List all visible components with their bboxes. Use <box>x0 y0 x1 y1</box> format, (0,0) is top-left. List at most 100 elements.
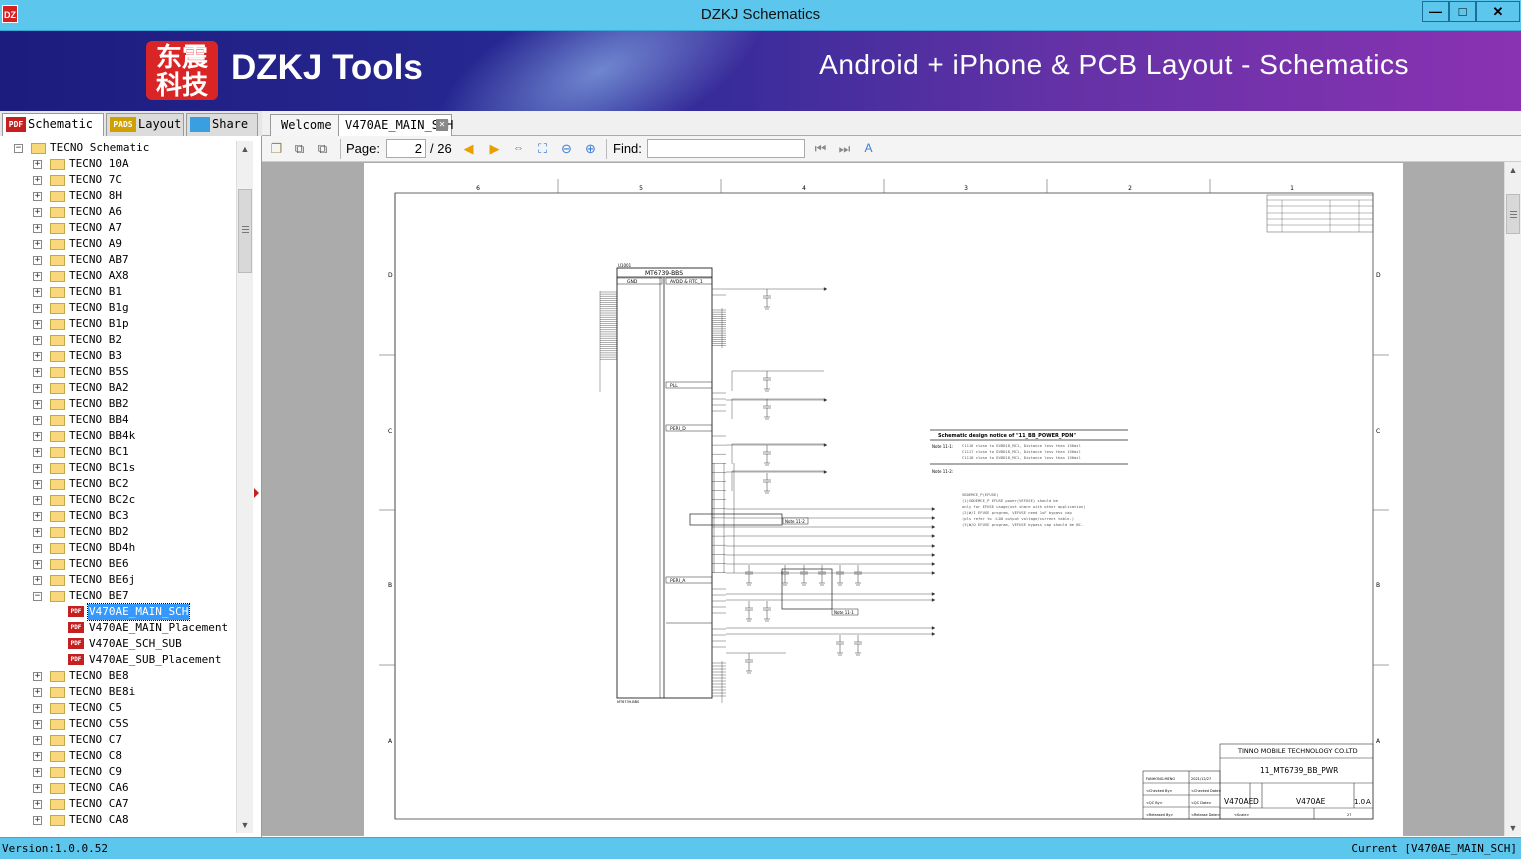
minimize-button[interactable]: — <box>1422 1 1449 22</box>
tree-folder[interactable]: + TECNO CA7 <box>0 796 236 812</box>
scroll-up-icon[interactable]: ▲ <box>237 141 253 157</box>
expand-icon[interactable]: + <box>33 720 42 729</box>
viewer-scroll-down-icon[interactable]: ▼ <box>1505 820 1521 836</box>
tree-folder[interactable]: + TECNO B1g <box>0 300 236 316</box>
expand-icon[interactable]: + <box>33 752 42 761</box>
close-button[interactable]: ✕ <box>1476 1 1520 22</box>
tree-folder[interactable]: + TECNO B1 <box>0 284 236 300</box>
tree-folder[interactable]: + TECNO AX8 <box>0 268 236 284</box>
tree-folder[interactable]: + TECNO BD4h <box>0 540 236 556</box>
expand-icon[interactable]: + <box>33 240 42 249</box>
expand-icon[interactable]: + <box>33 320 42 329</box>
tab-layout[interactable]: PADS Layout <box>106 113 184 136</box>
expand-icon[interactable]: + <box>33 176 42 185</box>
tree-folder[interactable]: + TECNO BC1s <box>0 460 236 476</box>
tab-welcome[interactable]: Welcome <box>270 114 340 136</box>
expand-icon[interactable]: + <box>33 704 42 713</box>
tree-folder[interactable]: + TECNO CA6 <box>0 780 236 796</box>
tab-schematic[interactable]: PDF Schematic <box>2 113 104 136</box>
tree-folder[interactable]: + TECNO BD2 <box>0 524 236 540</box>
expand-icon[interactable]: + <box>33 368 42 377</box>
tree-folder[interactable]: + TECNO C5S <box>0 716 236 732</box>
next-page-icon[interactable]: ▶ <box>486 140 503 157</box>
tree-folder[interactable]: + TECNO BA2 <box>0 380 236 396</box>
tree-folder[interactable]: + TECNO BE6j <box>0 572 236 588</box>
viewer-scrollbar[interactable]: ▲ ▼ <box>1504 162 1521 836</box>
scroll-thumb[interactable] <box>238 189 252 273</box>
tree-folder[interactable]: + TECNO BB4 <box>0 412 236 428</box>
tab-share[interactable]: Share <box>186 113 258 136</box>
tree-folder[interactable]: + TECNO 7C <box>0 172 236 188</box>
expand-icon[interactable]: + <box>33 816 42 825</box>
expand-icon[interactable]: + <box>33 432 42 441</box>
viewer-scroll-up-icon[interactable]: ▲ <box>1505 162 1521 178</box>
find-options-icon[interactable]: A <box>860 140 877 157</box>
tab-v470ae-main-sch[interactable]: V470AE_MAIN_SCH ✕ <box>338 114 453 136</box>
tree-folder[interactable]: + TECNO 10A <box>0 156 236 172</box>
tree-file[interactable]: PDF V470AE_SUB_Placement <box>0 652 236 668</box>
zoom-out-icon[interactable]: ⊖ <box>558 140 575 157</box>
tree-folder[interactable]: − TECNO BE7 <box>0 588 236 604</box>
tree-folder[interactable]: + TECNO C5 <box>0 700 236 716</box>
expand-icon[interactable]: + <box>33 160 42 169</box>
tree-folder[interactable]: + TECNO BC1 <box>0 444 236 460</box>
expand-icon[interactable]: + <box>33 400 42 409</box>
expand-icon[interactable]: + <box>33 768 42 777</box>
page-number-input[interactable] <box>386 139 426 158</box>
fit-page-icon[interactable]: ⛶ <box>534 140 551 157</box>
tree-file[interactable]: PDF V470AE_MAIN_Placement <box>0 620 236 636</box>
tree-folder[interactable]: + TECNO BC2c <box>0 492 236 508</box>
collapse-sidebar-icon[interactable] <box>254 488 259 498</box>
expand-icon[interactable]: + <box>33 496 42 505</box>
schematic-viewer[interactable]: 654321 DDCCBBAA U1001 MT6739-BBS GND AVD… <box>254 162 1504 836</box>
tree-folder[interactable]: + TECNO C7 <box>0 732 236 748</box>
expand-icon[interactable]: + <box>33 576 42 585</box>
expand-icon[interactable]: + <box>33 352 42 361</box>
tree-folder[interactable]: + TECNO CA8 <box>0 812 236 828</box>
tree-folder[interactable]: + TECNO A9 <box>0 236 236 252</box>
collapse-icon[interactable]: − <box>33 592 42 601</box>
tree-folder[interactable]: + TECNO BE8i <box>0 684 236 700</box>
expand-icon[interactable]: + <box>33 384 42 393</box>
expand-icon[interactable]: + <box>33 672 42 681</box>
expand-icon[interactable]: + <box>33 736 42 745</box>
expand-icon[interactable]: + <box>33 560 42 569</box>
tree-root[interactable]: − TECNO Schematic <box>0 140 236 156</box>
expand-icon[interactable]: + <box>33 544 42 553</box>
tree-folder[interactable]: + TECNO BE6 <box>0 556 236 572</box>
tree-folder[interactable]: + TECNO BE8 <box>0 668 236 684</box>
tree-folder[interactable]: + TECNO AB7 <box>0 252 236 268</box>
two-page-icon[interactable]: ⧉ <box>314 140 331 157</box>
expand-icon[interactable]: + <box>33 688 42 697</box>
find-next-icon[interactable]: ⏭ <box>836 140 853 157</box>
expand-icon[interactable]: + <box>33 336 42 345</box>
tree-folder[interactable]: + TECNO B3 <box>0 348 236 364</box>
tree-folder[interactable]: + TECNO C9 <box>0 764 236 780</box>
fit-width-icon[interactable]: ⇔ <box>510 140 527 157</box>
tab-close-icon[interactable]: ✕ <box>436 119 448 131</box>
expand-icon[interactable]: + <box>33 784 42 793</box>
expand-icon[interactable]: + <box>33 256 42 265</box>
tree-file[interactable]: PDF V470AE_SCH_SUB <box>0 636 236 652</box>
copy-icon[interactable]: ❐ <box>268 140 285 157</box>
single-page-icon[interactable]: ⧉ <box>291 140 308 157</box>
maximize-button[interactable]: □ <box>1449 1 1476 22</box>
expand-icon[interactable]: + <box>33 416 42 425</box>
tree-folder[interactable]: + TECNO A7 <box>0 220 236 236</box>
find-input[interactable] <box>647 139 805 158</box>
collapse-icon[interactable]: − <box>14 144 23 153</box>
expand-icon[interactable]: + <box>33 800 42 809</box>
tree-scrollbar[interactable]: ▲ ▼ <box>236 141 253 833</box>
tree-folder[interactable]: + TECNO 8H <box>0 188 236 204</box>
expand-icon[interactable]: + <box>33 528 42 537</box>
tree-folder[interactable]: + TECNO B1p <box>0 316 236 332</box>
expand-icon[interactable]: + <box>33 192 42 201</box>
tree-folder[interactable]: + TECNO C8 <box>0 748 236 764</box>
tree-folder[interactable]: + TECNO A6 <box>0 204 236 220</box>
expand-icon[interactable]: + <box>33 464 42 473</box>
expand-icon[interactable]: + <box>33 272 42 281</box>
find-first-icon[interactable]: ⏮ <box>812 140 829 157</box>
tree-folder[interactable]: + TECNO BB2 <box>0 396 236 412</box>
expand-icon[interactable]: + <box>33 208 42 217</box>
tree-folder[interactable]: + TECNO B5S <box>0 364 236 380</box>
